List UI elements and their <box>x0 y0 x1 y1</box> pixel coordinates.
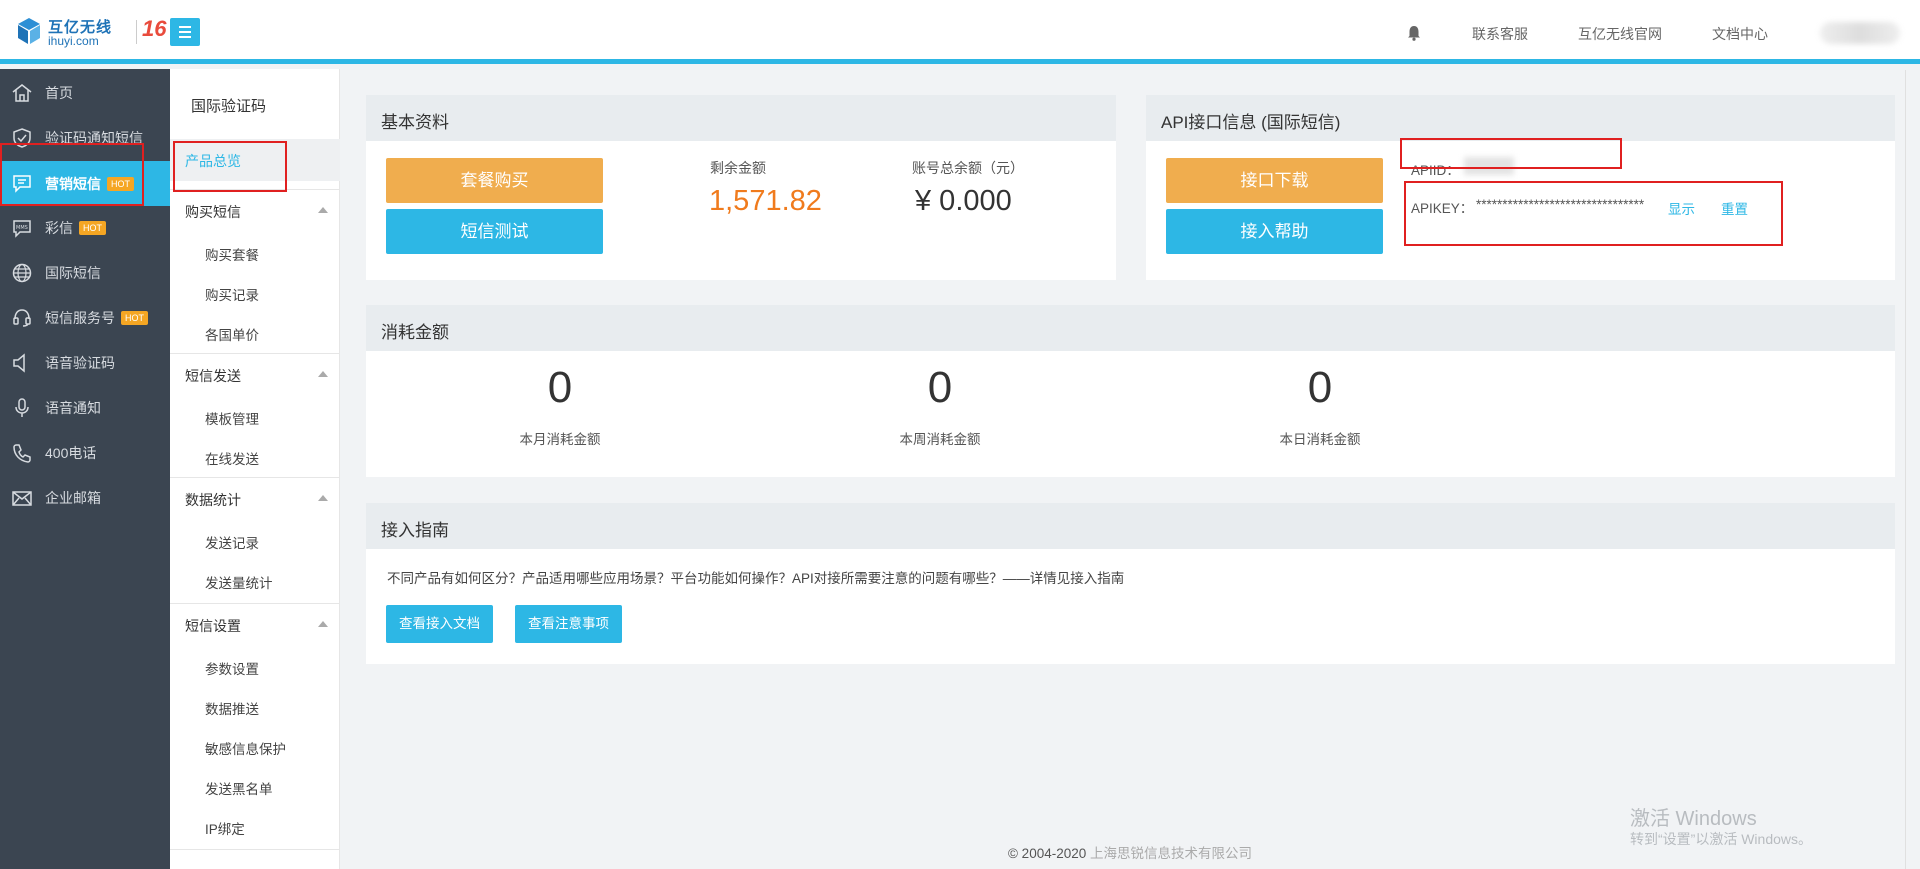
windows-activation-title: 激活 Windows <box>1630 808 1757 830</box>
week-consumption-value: 0 <box>927 363 953 412</box>
account-balance-value: ¥ 0.000 <box>915 185 1012 217</box>
subnav-item-send-records[interactable]: 发送记录 <box>205 532 259 552</box>
day-consumption-label: 本日消耗金额 <box>1279 432 1361 447</box>
month-consumption-value: 0 <box>547 363 573 412</box>
subnav-group-label: 购买短信 <box>185 204 241 220</box>
subnav-item-country-prices[interactable]: 各国单价 <box>205 324 259 344</box>
sidebar-item-label: 语音通知 <box>45 400 101 416</box>
subnav-item-template-manage[interactable]: 模板管理 <box>205 408 259 428</box>
anniversary-badge: 16 <box>142 16 167 41</box>
logo-divider <box>136 20 137 44</box>
sidebar-item-label: 语音验证码 <box>45 355 115 371</box>
sidebar-item-label: 国际短信 <box>45 265 101 281</box>
subnav-group-label: 数据统计 <box>185 492 241 508</box>
sidebar-item-label: 彩信 <box>45 220 73 236</box>
hot-badge: HOT <box>79 221 106 235</box>
balance-value: 1,571.82 <box>709 185 822 217</box>
hot-badge: HOT <box>121 311 148 325</box>
logo-cube-icon <box>18 18 40 44</box>
annotation-box-marketing-sms <box>0 143 144 206</box>
sidebar-item-voice-verification[interactable]: 语音验证码 <box>0 341 170 383</box>
guide-description: 不同产品有如何区分？产品适用哪些应用场景？平台功能如何操作？API对接所需要注意… <box>387 571 1125 586</box>
subnav-item-blacklist[interactable]: 发送黑名单 <box>205 778 273 798</box>
caret-up-icon <box>318 371 328 377</box>
sidebar-item-enterprise-mail[interactable]: 企业邮箱 <box>0 476 170 518</box>
subnav-item-buy-records[interactable]: 购买记录 <box>205 284 259 304</box>
caret-up-icon <box>318 495 328 501</box>
sidebar-item-label: 首页 <box>45 85 73 101</box>
panel-title: 接入指南 <box>366 503 1895 549</box>
brand-domain: ihuyi.com <box>48 34 99 48</box>
subnav-group-sms-settings[interactable]: 短信设置 <box>170 603 340 643</box>
subnav-item-send-volume[interactable]: 发送量统计 <box>205 572 273 592</box>
subnav-group-label: 短信发送 <box>185 368 241 384</box>
mms-icon: MMS <box>13 220 31 238</box>
week-consumption-label: 本周消耗金额 <box>899 432 981 447</box>
annotation-box-product-overview <box>173 141 287 192</box>
subnav-title: 国际验证码 <box>191 98 267 115</box>
caret-up-icon <box>318 207 328 213</box>
microphone-icon <box>15 398 29 417</box>
balance-label: 剩余金额 <box>710 160 766 176</box>
subnav-item-data-push[interactable]: 数据推送 <box>205 698 259 718</box>
home-icon <box>12 84 32 102</box>
subnav-item-online-send[interactable]: 在线发送 <box>205 448 259 468</box>
sidebar-item-mms[interactable]: MMS 彩信 HOT <box>0 206 170 248</box>
sidebar-item-sms-service-number[interactable]: 短信服务号 HOT <box>0 296 170 338</box>
consumption-panel: 消耗金额 0 本月消耗金额 0 本周消耗金额 0 本日消耗金额 <box>366 305 1895 477</box>
copyright-company: 上海思锐信息技术有限公司 <box>1090 846 1253 861</box>
bell-icon[interactable] <box>1407 25 1421 41</box>
view-notes-button[interactable]: 查看注意事项 <box>515 605 622 643</box>
panel-title: 消耗金额 <box>366 305 1895 351</box>
view-docs-button[interactable]: 查看接入文档 <box>386 605 493 643</box>
subnav-group-buy-sms[interactable]: 购买短信 <box>170 189 340 229</box>
day-consumption-value: 0 <box>1307 363 1333 412</box>
subnav-group-data-stats[interactable]: 数据统计 <box>170 477 340 517</box>
sidebar-item-label: 企业邮箱 <box>45 490 101 506</box>
subnav-group-label: 短信设置 <box>185 618 241 634</box>
subnav-divider <box>170 849 340 850</box>
sms-test-button[interactable]: 短信测试 <box>386 209 603 254</box>
contact-support-link[interactable]: 联系客服 <box>1472 24 1528 44</box>
access-help-button[interactable]: 接入帮助 <box>1166 209 1383 254</box>
docs-center-link[interactable]: 文档中心 <box>1712 24 1768 44</box>
subnav-item-param-settings[interactable]: 参数设置 <box>205 658 259 678</box>
mail-icon <box>12 491 32 506</box>
sidebar-item-label: 短信服务号 <box>45 310 115 326</box>
windows-activation-hint: 转到“设置”以激活 Windows。 <box>1630 831 1813 847</box>
annotation-box-apiid <box>1400 138 1622 169</box>
sidebar-item-voice-notification[interactable]: 语音通知 <box>0 386 170 428</box>
phone-icon <box>13 444 31 463</box>
official-site-link[interactable]: 互亿无线官网 <box>1578 24 1662 44</box>
basic-info-panel: 基本资料 套餐购买 短信测试 剩余金额 1,571.82 账号总余额（元） ¥ … <box>366 95 1116 280</box>
sidebar-item-label: 400电话 <box>45 445 97 461</box>
subnav-group-sms-send[interactable]: 短信发送 <box>170 353 340 393</box>
sidebar-item-home[interactable]: 首页 <box>0 71 170 113</box>
sidebar-item-international-sms[interactable]: 国际短信 <box>0 251 170 293</box>
buy-package-button[interactable]: 套餐购买 <box>386 158 603 203</box>
subnav-item-buy-package[interactable]: 购买套餐 <box>205 244 259 264</box>
account-balance-label: 账号总余额（元） <box>912 160 1024 176</box>
subnav-item-ip-binding[interactable]: IP绑定 <box>205 818 245 838</box>
access-guide-panel: 接入指南 不同产品有如何区分？产品适用哪些应用场景？平台功能如何操作？API对接… <box>366 503 1895 664</box>
svg-text:MMS: MMS <box>16 225 28 231</box>
sidebar-item-400-phone[interactable]: 400电话 <box>0 431 170 473</box>
headset-icon <box>13 309 31 327</box>
panel-title: API接口信息 (国际短信) <box>1146 95 1895 141</box>
caret-up-icon <box>318 621 328 627</box>
speaker-icon <box>13 353 25 373</box>
globe-icon <box>12 263 32 283</box>
month-consumption-label: 本月消耗金额 <box>519 432 601 447</box>
user-account-blurred[interactable] <box>1820 22 1900 44</box>
menu-toggle-button[interactable] <box>170 18 200 46</box>
panel-title: 基本资料 <box>366 95 1116 141</box>
brand-logo[interactable]: 互亿无线 ihuyi.com 16 <box>18 14 166 50</box>
api-download-button[interactable]: 接口下载 <box>1166 158 1383 203</box>
page-scrollbar[interactable] <box>1905 70 1920 869</box>
subnav-item-sensitive-protect[interactable]: 敏感信息保护 <box>205 738 286 758</box>
copyright-years: © 2004-2020 <box>1007 846 1087 861</box>
top-bar: 互亿无线 ihuyi.com 16 联系客服 互亿无线官网 文档中心 <box>0 0 1920 64</box>
annotation-box-apikey <box>1404 181 1783 246</box>
